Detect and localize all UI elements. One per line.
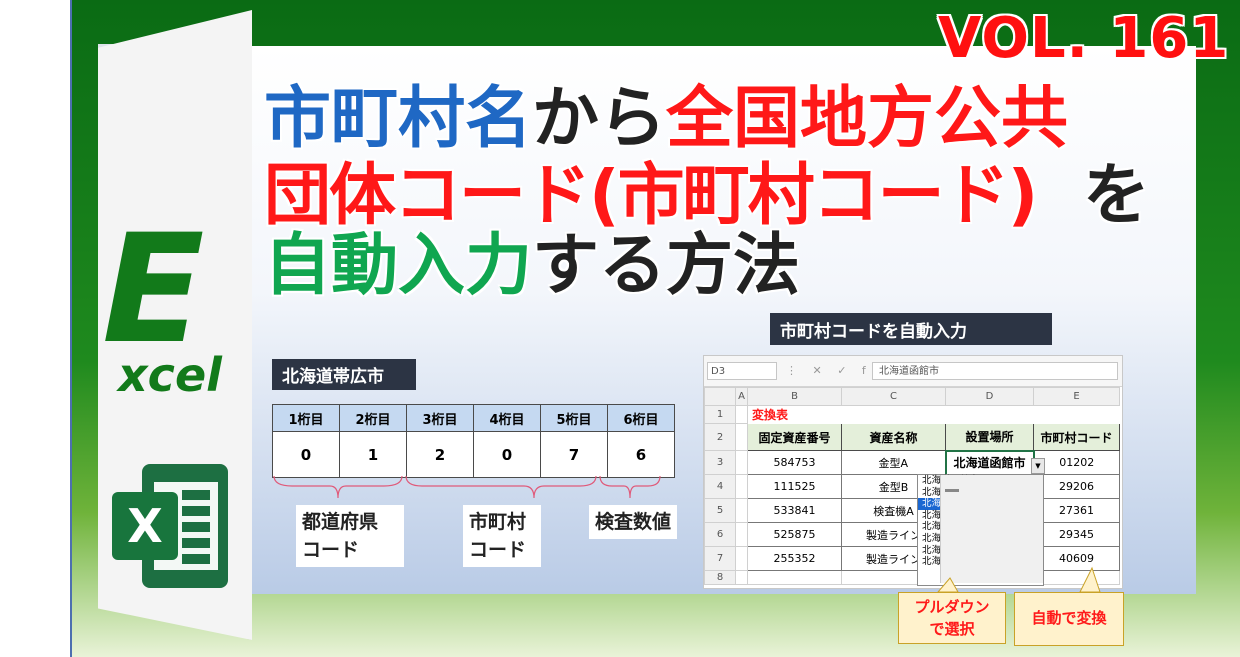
callout-line: プルダウン [914, 598, 990, 616]
callout-pointers [936, 566, 1101, 593]
callout-dropdown-select: プルダウン で選択 [898, 592, 1006, 644]
callout-auto-convert: 自動で変換 [1014, 592, 1124, 646]
callout-line: で選択 [929, 620, 975, 638]
